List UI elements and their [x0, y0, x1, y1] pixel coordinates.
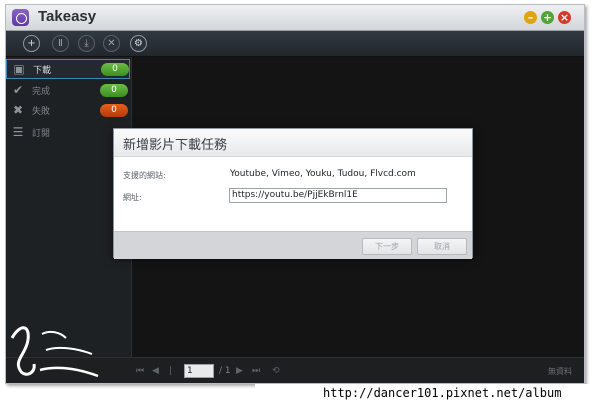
settings-button[interactable]: ⚙ [130, 35, 147, 52]
sidebar-item-label: 完成 [32, 87, 51, 97]
title-bar: Takeasy – + × [6, 5, 584, 31]
separator: | [169, 366, 173, 376]
next-page-icon[interactable]: ▶ [236, 366, 243, 376]
sidebar-item-label: 失敗 [32, 107, 51, 117]
add-task-button[interactable]: + [23, 35, 40, 52]
dialog-title: 新增影片下載任務 [123, 138, 228, 153]
delete-button[interactable]: ✕ [103, 35, 120, 52]
prev-page-icon[interactable]: ◀ [152, 366, 159, 376]
maximize-button[interactable]: + [541, 11, 554, 24]
watermark-url-bar: http://dancer101.pixnet.net/album [255, 384, 600, 404]
dialog-footer: 下一步 取消 [114, 231, 472, 259]
page-input[interactable]: 1 [184, 364, 214, 378]
sidebar-item-downloading[interactable]: ▣ 下載 0 [6, 59, 130, 79]
supported-sites-label: 支援的網站: [123, 171, 166, 180]
close-button[interactable]: × [558, 11, 571, 24]
check-icon: ✔ [12, 83, 24, 97]
count-badge: 0 [101, 63, 129, 76]
rss-icon: ☰ [12, 125, 24, 139]
sidebar-item-label: 下載 [33, 66, 52, 76]
cancel-button[interactable]: 取消 [417, 238, 467, 255]
watermark-url: http://dancer101.pixnet.net/album [323, 386, 562, 400]
first-page-icon[interactable]: ⏮ [136, 366, 144, 376]
refresh-icon[interactable]: ⟲ [272, 366, 280, 376]
x-icon: ✖ [12, 103, 24, 117]
sidebar-item-label: 訂閱 [32, 129, 51, 139]
dialog-header: 新增影片下載任務 [114, 129, 472, 157]
new-video-download-dialog: 新增影片下載任務 支援的網站: Youtube, Vimeo, Youku, T… [113, 128, 473, 259]
app-logo-icon [12, 9, 29, 26]
page-total: / 1 [219, 366, 231, 376]
app-title: Takeasy [38, 8, 97, 25]
url-input[interactable]: https://youtu.be/PjjEkBrnl1E [229, 188, 447, 203]
minimize-button[interactable]: – [524, 11, 537, 24]
download-list-icon: ▣ [13, 62, 25, 76]
blog-watermark-logo [6, 320, 104, 390]
watermark-handwriting-icon [10, 326, 99, 378]
sidebar-item-failed[interactable]: ✖ 失敗 0 [6, 101, 130, 121]
url-label: 網址: [123, 193, 142, 202]
download-button[interactable]: ⤓ [78, 35, 95, 52]
count-badge: 0 [100, 84, 128, 97]
pause-button[interactable]: Ⅱ [52, 35, 69, 52]
no-data-label: 無資料 [548, 367, 572, 376]
count-badge: 0 [100, 104, 128, 117]
next-step-button[interactable]: 下一步 [362, 238, 412, 255]
sidebar-item-completed[interactable]: ✔ 完成 0 [6, 81, 130, 101]
supported-sites-value: Youtube, Vimeo, Youku, Tudou, Flvcd.com [230, 169, 416, 179]
toolbar: + Ⅱ ⤓ ✕ ⚙ [6, 31, 584, 57]
last-page-icon[interactable]: ⏭ [252, 366, 260, 376]
sidebar-item-subscriptions[interactable]: ☰ 訂閱 [6, 123, 130, 143]
